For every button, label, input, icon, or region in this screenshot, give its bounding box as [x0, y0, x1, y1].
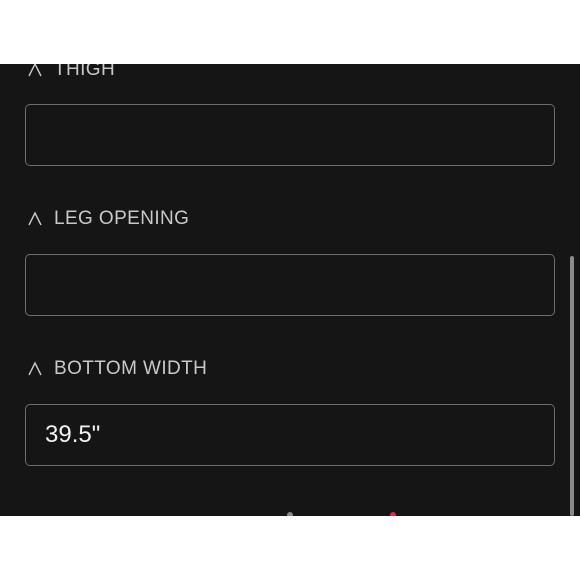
partial-element-gray	[287, 512, 293, 516]
bottom-width-label: BOTTOM WIDTH	[54, 358, 208, 379]
thigh-label: THIGH	[54, 64, 116, 80]
leg-opening-label-row: LEG OPENING	[27, 207, 189, 231]
scrollbar[interactable]	[570, 256, 574, 516]
leg-opening-input[interactable]	[25, 254, 555, 316]
measure-icon	[27, 64, 43, 78]
measurements-panel: THIGH LEG OPENING BOTTOM WIDTH 39.5"	[0, 64, 580, 516]
bottom-width-input[interactable]: 39.5"	[25, 404, 555, 466]
leg-opening-label: LEG OPENING	[54, 208, 190, 229]
thigh-label-row: THIGH	[27, 64, 115, 82]
thigh-input[interactable]	[25, 104, 555, 166]
measure-icon	[27, 361, 43, 377]
bottom-width-label-row: BOTTOM WIDTH	[27, 357, 207, 381]
measure-icon	[27, 211, 43, 227]
partial-element-red	[390, 512, 396, 516]
